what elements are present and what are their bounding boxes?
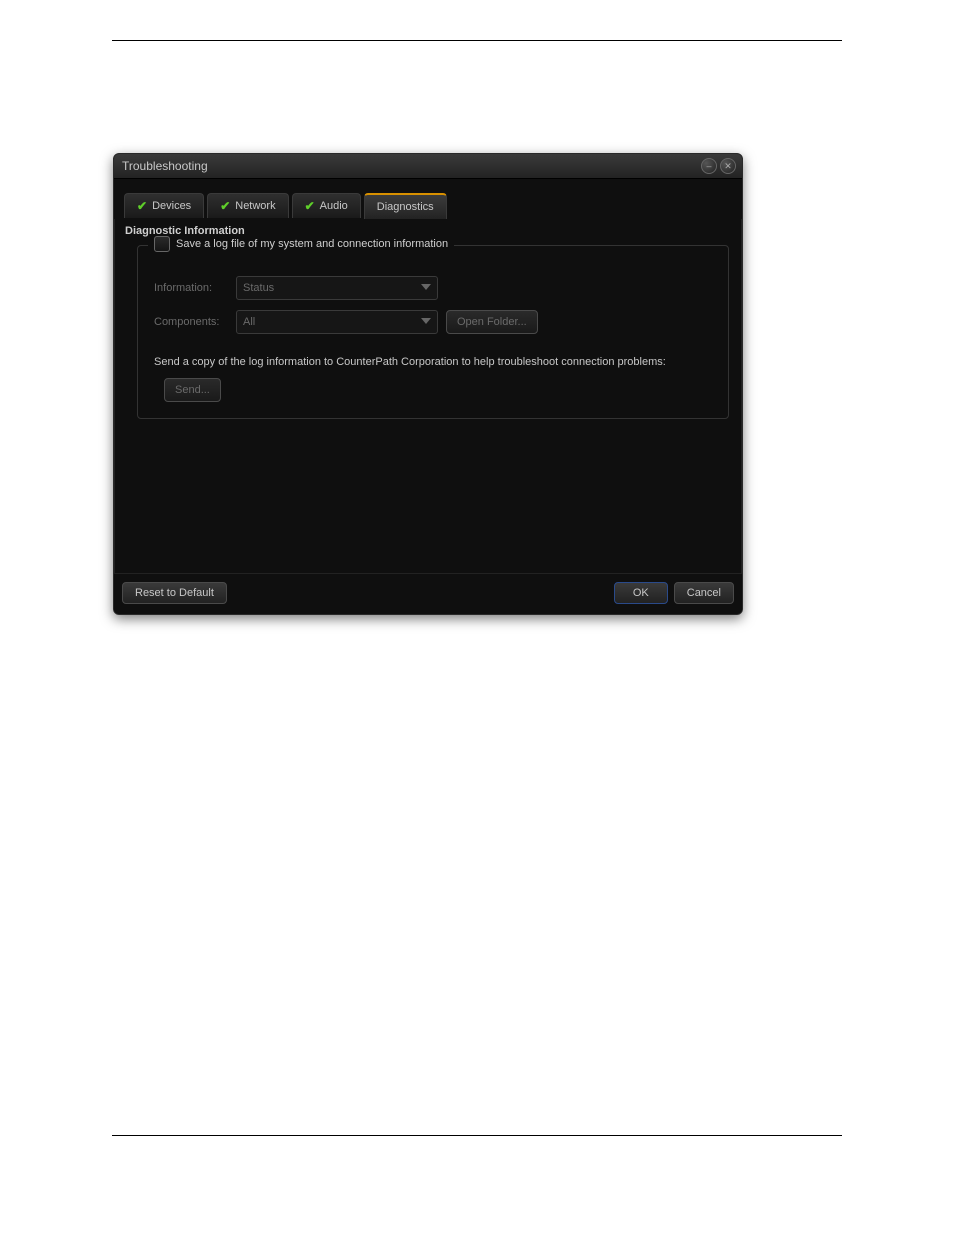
minimize-icon: –	[706, 162, 711, 171]
ok-button[interactable]: OK	[614, 582, 668, 604]
tab-label: Diagnostics	[377, 201, 434, 213]
open-folder-button[interactable]: Open Folder...	[446, 310, 538, 334]
reset-to-default-button[interactable]: Reset to Default	[122, 582, 227, 604]
tab-label: Network	[235, 200, 275, 212]
tab-audio[interactable]: ✔ Audio	[292, 193, 361, 218]
troubleshooting-dialog: Troubleshooting – ✕ ✔ Devices ✔ Network …	[113, 153, 743, 615]
horizontal-rule-bottom	[112, 1135, 842, 1136]
close-button[interactable]: ✕	[720, 158, 736, 174]
information-label: Information:	[154, 282, 228, 294]
chevron-down-icon	[421, 316, 431, 329]
components-row: Components: All Open Folder...	[154, 310, 712, 334]
ok-label: OK	[633, 587, 649, 599]
reset-label: Reset to Default	[135, 587, 214, 599]
send-label: Send...	[175, 384, 210, 396]
titlebar: Troubleshooting – ✕	[114, 154, 742, 179]
components-select[interactable]: All	[236, 310, 438, 334]
tab-diagnostics[interactable]: Diagnostics	[364, 193, 447, 219]
tab-devices[interactable]: ✔ Devices	[124, 193, 204, 218]
minimize-button[interactable]: –	[701, 158, 717, 174]
information-value: Status	[243, 282, 274, 294]
footer-right: OK Cancel	[614, 582, 734, 604]
log-fieldset: Save a log file of my system and connect…	[137, 245, 729, 419]
components-label: Components:	[154, 316, 228, 328]
components-value: All	[243, 316, 255, 328]
close-icon: ✕	[724, 162, 732, 171]
tab-network[interactable]: ✔ Network	[207, 193, 288, 218]
send-description: Send a copy of the log information to Co…	[154, 356, 712, 368]
horizontal-rule-top	[112, 40, 842, 41]
save-log-checkbox[interactable]	[154, 236, 170, 252]
cancel-button[interactable]: Cancel	[674, 582, 734, 604]
tab-bar: ✔ Devices ✔ Network ✔ Audio Diagnostics	[114, 179, 742, 219]
open-folder-label: Open Folder...	[457, 316, 527, 328]
check-icon: ✔	[137, 199, 147, 213]
check-icon: ✔	[305, 199, 315, 213]
fieldset-legend: Save a log file of my system and connect…	[148, 236, 454, 252]
information-row: Information: Status	[154, 276, 712, 300]
dialog-title: Troubleshooting	[122, 159, 208, 173]
content-panel: Diagnostic Information Save a log file o…	[114, 219, 742, 574]
cancel-label: Cancel	[687, 587, 721, 599]
tab-label: Audio	[320, 200, 348, 212]
send-button[interactable]: Send...	[164, 378, 221, 402]
tab-label: Devices	[152, 200, 191, 212]
checkbox-label: Save a log file of my system and connect…	[176, 238, 448, 250]
titlebar-buttons: – ✕	[701, 158, 736, 174]
chevron-down-icon	[421, 282, 431, 295]
check-icon: ✔	[220, 199, 230, 213]
information-select[interactable]: Status	[236, 276, 438, 300]
dialog-footer: Reset to Default OK Cancel	[114, 574, 742, 614]
